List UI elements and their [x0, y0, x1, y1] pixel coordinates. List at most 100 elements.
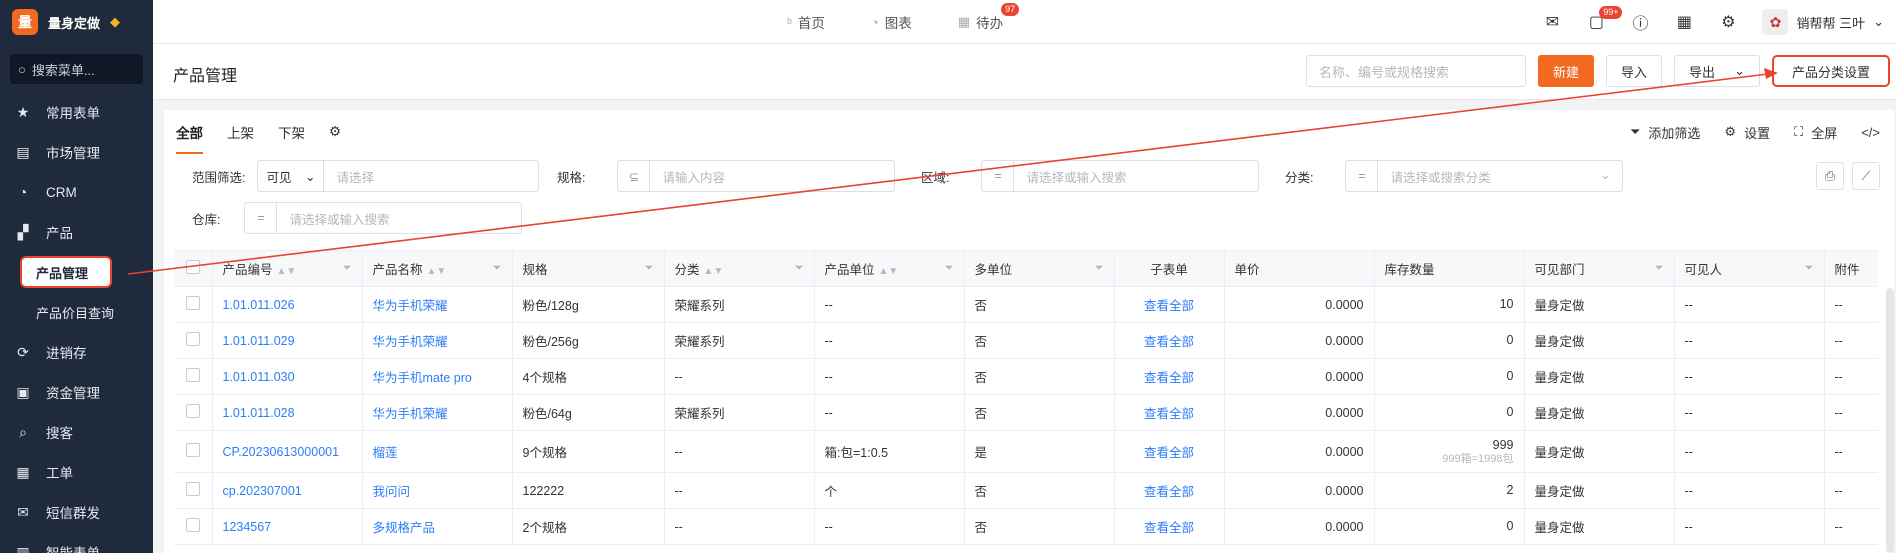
equals-operator-icon[interactable]: = [982, 161, 1015, 191]
top-tab-home[interactable]: ᵇ 首页 [787, 12, 825, 32]
cell-code[interactable]: cp.202307001 [212, 472, 363, 509]
tab-off-shelf[interactable]: 下架 [278, 110, 305, 154]
col-header-person[interactable]: 可见人 ⏷ [1674, 250, 1825, 287]
category-filter[interactable]: = 请选择或搜索分类 ⌄ [1345, 160, 1624, 192]
sidebar-item-tickets[interactable]: ▦ 工单 [0, 452, 153, 492]
filter-icon[interactable]: ⏷ [343, 262, 352, 275]
row-checkbox[interactable] [185, 443, 200, 457]
table-row[interactable]: 1.01.011.030 华为手机mate pro 4个规格 -- -- 否查看全部 0.0… [174, 358, 1878, 395]
settings-button[interactable]: ⚙ 设置 [1724, 123, 1770, 142]
cell-subform-link[interactable]: 查看全部 [1114, 322, 1225, 359]
help-icon[interactable]: ⓘ [1630, 12, 1650, 33]
equals-operator-icon[interactable]: = [245, 203, 278, 233]
spec-filter[interactable]: ⊆ 请输入内容 [617, 160, 896, 192]
row-checkbox[interactable] [185, 518, 200, 532]
filter-icon[interactable]: ⏷ [795, 262, 804, 275]
new-button[interactable]: 新建 [1537, 55, 1594, 87]
user-menu[interactable]: ✿ 销帮帮 三叶 ⌄ [1762, 9, 1884, 35]
sort-icon[interactable]: ▲▼ [427, 266, 447, 277]
warehouse-filter[interactable]: = 请选择或输入搜索 [244, 202, 523, 234]
cell-subform-link[interactable]: 查看全部 [1114, 472, 1225, 509]
sidebar-item-funds[interactable]: ▣ 资金管理 [0, 372, 153, 412]
scope-input[interactable]: 请选择 [324, 167, 538, 186]
col-header-name[interactable]: 产品名称 ▲▼ ⏷ [362, 250, 513, 287]
sidebar-item-sms[interactable]: ✉ 短信群发 [0, 492, 153, 532]
col-header-attachment[interactable]: 附件 [1824, 250, 1878, 287]
filter-icon[interactable]: ⏷ [493, 262, 502, 275]
row-select-cell[interactable] [174, 430, 213, 473]
filter-icon[interactable]: ⏷ [1805, 262, 1814, 275]
collapse-filter-icon[interactable]: ⎙ [1816, 162, 1844, 190]
sort-icon[interactable]: ▲▼ [277, 266, 297, 277]
col-header-category[interactable]: 分类 ▲▼ ⏷ [664, 250, 815, 287]
sidebar-item-market[interactable]: ▤ 市场管理 [0, 132, 153, 172]
row-checkbox[interactable] [185, 332, 200, 346]
contains-operator-icon[interactable]: ⊆ [618, 161, 651, 191]
row-checkbox[interactable] [185, 296, 200, 310]
row-checkbox[interactable] [185, 404, 200, 418]
top-tab-charts[interactable]: ◔ 图表 [871, 12, 912, 32]
cell-code[interactable]: 1.01.011.026 [212, 286, 363, 323]
clear-filter-icon[interactable]: ⟋ [1852, 162, 1880, 190]
table-scrollbar[interactable] [1886, 288, 1894, 553]
top-tab-todo[interactable]: ▦ 待办 97 [958, 3, 1020, 32]
filter-icon[interactable]: ⏷ [1095, 262, 1104, 275]
table-row[interactable]: 1234567 多规格产品 2个规格 -- -- 否查看全部 0.0000 0 量身定做 -- -- [174, 508, 1878, 545]
cell-name[interactable]: 多规格产品 [362, 508, 513, 545]
sort-icon[interactable]: ▲▼ [704, 266, 724, 277]
row-select-cell[interactable] [174, 286, 213, 323]
cell-name[interactable]: 华为手机荣耀 [362, 394, 513, 431]
cell-subform-link[interactable]: 查看全部 [1114, 358, 1225, 395]
message-icon[interactable]: ▢ 99+ [1586, 6, 1623, 32]
product-category-settings-button[interactable]: 产品分类设置 [1772, 55, 1890, 87]
row-select-cell[interactable] [174, 322, 213, 359]
sort-icon[interactable]: ▲▼ [879, 266, 899, 277]
warehouse-input[interactable]: 请选择或输入搜索 [277, 209, 521, 228]
table-row[interactable]: 1.01.011.029 华为手机荣耀 粉色/256g 荣耀系列 -- 否查看全部 0.00… [174, 322, 1878, 359]
table-row[interactable]: 1.01.011.028 华为手机荣耀 粉色/64g 荣耀系列 -- 否查看全部 0.000… [174, 394, 1878, 431]
row-select-cell[interactable] [174, 358, 213, 395]
scope-select[interactable]: 可见 ⌄ [258, 161, 325, 191]
sidebar-item-inventory[interactable]: ⟳ 进销存 [0, 332, 153, 372]
region-filter[interactable]: = 请选择或输入搜索 [981, 160, 1260, 192]
grid-icon[interactable]: ▦ [1674, 12, 1694, 32]
scope-filter[interactable]: 可见 ⌄ 请选择 [257, 160, 540, 192]
export-button[interactable]: 导出 ⌄ [1674, 55, 1760, 87]
cell-name[interactable]: 华为手机荣耀 [362, 286, 513, 323]
row-select-cell[interactable] [174, 394, 213, 431]
col-header-price[interactable]: 单价 [1224, 250, 1375, 287]
cell-name[interactable]: 榴莲 [362, 430, 513, 473]
sidebar-subitem-product-management[interactable]: 产品管理 [0, 252, 153, 292]
table-row[interactable]: CP.20230613000001 榴莲 9个规格 -- 箱:包=1:0.5 是查看全部 0… [174, 430, 1878, 473]
cell-name[interactable]: 我问问 [362, 472, 513, 509]
table-row[interactable]: 1.01.011.026 华为手机荣耀 粉色/128g 荣耀系列 -- 否查看全部 0.00… [174, 286, 1878, 323]
cell-code[interactable]: CP.20230613000001 [212, 430, 363, 473]
menu-search-input[interactable]: ○ 搜索菜单... [10, 54, 143, 84]
filter-icon[interactable]: ⏷ [645, 262, 654, 275]
import-button[interactable]: 导入 [1605, 55, 1662, 87]
sidebar-item-search-customers[interactable]: ⌕ 搜客 [0, 412, 153, 452]
cell-subform-link[interactable]: 查看全部 [1114, 508, 1225, 545]
brand[interactable]: 量 量身定做 ◆ [0, 0, 153, 44]
equals-operator-icon[interactable]: = [1346, 161, 1379, 191]
sidebar-item-common-forms[interactable]: ★ 常用表单 [0, 92, 153, 132]
spec-input[interactable]: 请输入内容 [650, 167, 894, 186]
cell-subform-link[interactable]: 查看全部 [1114, 430, 1225, 473]
select-all-checkbox[interactable] [185, 260, 200, 274]
cell-code[interactable]: 1.01.011.028 [212, 394, 363, 431]
cell-subform-link[interactable]: 查看全部 [1114, 394, 1225, 431]
cell-code[interactable]: 1.01.011.030 [212, 358, 363, 395]
table-row[interactable]: cp.202307001 我问问 122222 -- 个否查看全部 0.0000 2 量身定做… [174, 472, 1878, 509]
cell-code[interactable]: 1234567 [212, 508, 363, 545]
col-header-stock[interactable]: 库存数量 [1374, 250, 1525, 287]
cell-name[interactable]: 华为手机荣耀 [362, 322, 513, 359]
col-header-spec[interactable]: 规格 ⏷ [512, 250, 665, 287]
tab-settings-gear-icon[interactable]: ⚙ [329, 110, 341, 154]
code-icon[interactable]: </> [1861, 125, 1880, 140]
col-header-dept[interactable]: 可见部门 ⏷ [1524, 250, 1675, 287]
tab-on-shelf[interactable]: 上架 [227, 110, 254, 154]
sidebar-item-smart-forms[interactable]: ▥ 智能表单 [0, 532, 153, 553]
add-filter-button[interactable]: ⏷ 添加筛选 [1630, 123, 1700, 142]
tab-all[interactable]: 全部 [176, 110, 203, 154]
col-header-unit[interactable]: 产品单位 ▲▼ ⏷ [814, 250, 965, 287]
